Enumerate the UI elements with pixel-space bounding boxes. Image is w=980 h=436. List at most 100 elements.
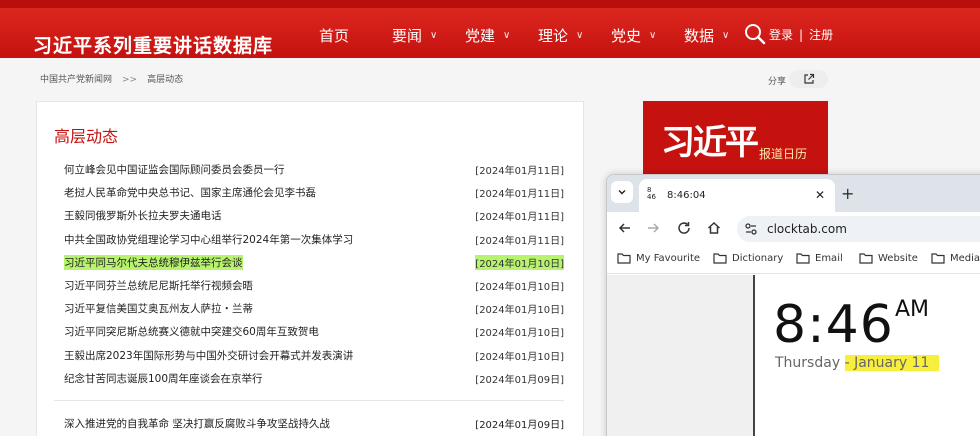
news-date: [2024年01月10日] (475, 351, 564, 363)
browser-tab[interactable]: 8 46 8:46:04 ✕ (639, 179, 835, 212)
news-title-link[interactable]: 老挝人民革命党中央总书记、国家主席通伦会见李书磊 (64, 185, 316, 200)
news-date: [2024年01月10日] (475, 305, 564, 317)
folder-icon (617, 253, 631, 264)
bookmark-website[interactable]: Website (859, 252, 918, 264)
news-date: [2024年01月09日] (475, 374, 564, 386)
share-button[interactable] (789, 70, 828, 88)
banner-caption: 报道日历 (759, 147, 808, 161)
report-calendar-banner[interactable]: 习近平 报道日历 (643, 101, 828, 176)
clock-weekday: Thursday (775, 355, 841, 371)
news-date: [2024年01月11日] (475, 189, 564, 201)
share-icon (803, 73, 814, 84)
news-list-item[interactable]: 中共全国政协党组理论学习中心组举行2024年第一次集体学习 [2024年01月1… (64, 228, 564, 251)
news-date: [2024年01月11日] (475, 235, 564, 247)
nav-item-news[interactable]: 要闻 ∨ (392, 24, 437, 46)
news-title-link[interactable]: 习近平复信美国艾奥瓦州友人萨拉・兰蒂 (64, 301, 253, 316)
news-title-link[interactable]: 王毅出席2023年国际形势与中国外交研讨会开幕式并发表演讲 (64, 348, 353, 363)
breadcrumb-arrow: >> (122, 75, 138, 85)
news-list-item[interactable]: 王毅出席2023年国际形势与中国外交研讨会开幕式并发表演讲 [2024年01月1… (64, 344, 564, 367)
site-header: 习近平系列重要讲话数据库 首页 要闻 ∨ 党建 ∨ 理论 ∨ 党史 ∨ 数据 ∨ (0, 0, 980, 58)
news-title-link[interactable]: 中共全国政协党组理论学习中心组举行2024年第一次集体学习 (64, 232, 353, 247)
news-title-link[interactable]: 习近平同芬兰总统尼尼斯托举行视频会晤 (64, 278, 253, 293)
nav-label: 首页 (319, 26, 350, 45)
tab-title: 8:46:04 (667, 190, 706, 201)
nav-label: 党建 (465, 26, 496, 45)
news-list-item[interactable]: 老挝人民革命党中央总书记、国家主席通伦会见李书磊 [2024年01月11日] (64, 181, 564, 204)
address-url[interactable]: clocktab.com (767, 222, 847, 236)
bookmark-email[interactable]: Email (796, 252, 843, 264)
bookmark-label: Dictionary (732, 252, 784, 264)
tab-search-button[interactable] (611, 181, 633, 203)
nav-item-party-building[interactable]: 党建 ∨ (465, 24, 510, 46)
forward-arrow-icon[interactable] (645, 220, 661, 236)
reload-icon[interactable] (676, 220, 692, 236)
nav-label: 数据 (684, 26, 715, 45)
clock-time: 8:46 (773, 295, 894, 355)
bookmark-label: Email (815, 252, 843, 264)
news-title-link[interactable]: 习近平同突尼斯总统赛义德就中突建交60周年互致贺电 (64, 324, 319, 339)
bookmark-media[interactable]: Media (931, 252, 980, 264)
news-title-link[interactable]: 何立峰会见中国证监会国际顾问委员会委员一行 (64, 162, 285, 177)
news-title-link[interactable]: 深入推进党的自我革命 坚决打赢反腐败斗争攻坚战持久战 (64, 416, 330, 431)
login-link[interactable]: 登录 (769, 28, 793, 42)
news-title-link[interactable]: 习近平同马尔代夫总统穆伊兹举行会谈 (64, 254, 243, 270)
account-links: 登录 | 注册 (769, 26, 833, 43)
close-tab-icon[interactable]: ✕ (815, 188, 825, 202)
chevron-down-icon (618, 190, 626, 195)
address-bar[interactable]: clocktab.com (737, 216, 980, 242)
news-list-item[interactable]: 习近平同突尼斯总统赛义德就中突建交60周年互致贺电 [2024年01月10日] (64, 320, 564, 343)
bookmark-label: Media (950, 252, 980, 264)
news-date: [2024年01月10日] (475, 254, 564, 270)
share-label: 分享 (768, 77, 787, 87)
folder-icon (931, 253, 945, 264)
news-date: [2024年01月10日] (475, 281, 564, 293)
nav-label: 理论 (538, 26, 569, 45)
favicon-bottom: 46 (647, 193, 656, 201)
back-arrow-icon[interactable] (617, 220, 633, 236)
list-divider (54, 400, 564, 401)
chevron-down-icon: ∨ (722, 29, 730, 41)
news-title-link[interactable]: 王毅同俄罗斯外长拉夫罗夫通电话 (64, 208, 222, 223)
breadcrumb: 中国共产党新闻网 >> 高层动态 (40, 72, 183, 85)
site-info-icon[interactable] (743, 221, 759, 237)
news-list-item[interactable]: 习近平复信美国艾奥瓦州友人萨拉・兰蒂 [2024年01月10日] (64, 297, 564, 320)
bookmark-my-favourite[interactable]: My Favourite (617, 252, 700, 264)
new-tab-icon[interactable]: + (841, 184, 854, 203)
news-list-item[interactable]: 何立峰会见中国证监会国际顾问委员会委员一行 [2024年01月11日] (64, 158, 564, 181)
nav-item-theory[interactable]: 理论 ∨ (538, 24, 583, 46)
banner-logo-text: 习近平 (661, 123, 759, 163)
news-list-item[interactable]: 深入推进党的自我革命 坚决打赢反腐败斗争攻坚战持久战 [2024年01月09日] (64, 412, 564, 432)
clocktab-page: 8:46 AM Thursday - January 11 (607, 275, 980, 436)
news-list-item[interactable]: 习近平同芬兰总统尼尼斯托举行视频会晤 [2024年01月10日] (64, 274, 564, 297)
page: 习近平系列重要讲话数据库 首页 要闻 ∨ 党建 ∨ 理论 ∨ 党史 ∨ 数据 ∨ (0, 0, 980, 436)
bookmark-label: My Favourite (636, 252, 701, 264)
browser-toolbar: clocktab.com (607, 212, 980, 244)
nav-item-data[interactable]: 数据 ∨ (684, 24, 729, 46)
separator: | (799, 28, 804, 42)
news-title-link[interactable]: 纪念甘苦同志诞辰100周年座谈会在京举行 (64, 371, 263, 386)
breadcrumb-current[interactable]: 高层动态 (147, 75, 183, 85)
chevron-down-icon: ∨ (430, 29, 438, 41)
bookmark-dictionary[interactable]: Dictionary (713, 252, 783, 264)
bookmarks-bar: My Favourite Dictionary Email Website Me… (607, 244, 980, 274)
folder-icon (859, 253, 873, 264)
clock-date-highlighted: - January 11 (844, 355, 940, 371)
bookmark-label: Website (878, 252, 918, 264)
browser-tab-bar: 8 46 8:46:04 ✕ + (607, 175, 980, 212)
news-list-item-highlighted[interactable]: 习近平同马尔代夫总统穆伊兹举行会谈 [2024年01月10日] (64, 251, 564, 274)
news-list-item[interactable]: 王毅同俄罗斯外长拉夫罗夫通电话 [2024年01月11日] (64, 204, 564, 227)
news-date: [2024年01月11日] (475, 166, 564, 177)
folder-icon (796, 253, 810, 264)
nav-item-home[interactable]: 首页 (319, 24, 349, 46)
clock-date: January 11 (854, 355, 930, 371)
search-icon[interactable] (744, 23, 766, 45)
site-title[interactable]: 习近平系列重要讲话数据库 (33, 31, 273, 58)
news-list-item[interactable]: 纪念甘苦同志诞辰100周年座谈会在京举行 [2024年01月09日] (64, 367, 564, 390)
breadcrumb-home-link[interactable]: 中国共产党新闻网 (40, 75, 112, 85)
date-dash: - (844, 355, 850, 371)
nav-item-party-history[interactable]: 党史 ∨ (611, 24, 656, 46)
section-title: 高层动态 (54, 127, 119, 146)
home-icon[interactable] (706, 220, 722, 236)
browser-window: 8 46 8:46:04 ✕ + clocktab.com My Favouri… (606, 174, 980, 436)
register-link[interactable]: 注册 (809, 28, 833, 42)
